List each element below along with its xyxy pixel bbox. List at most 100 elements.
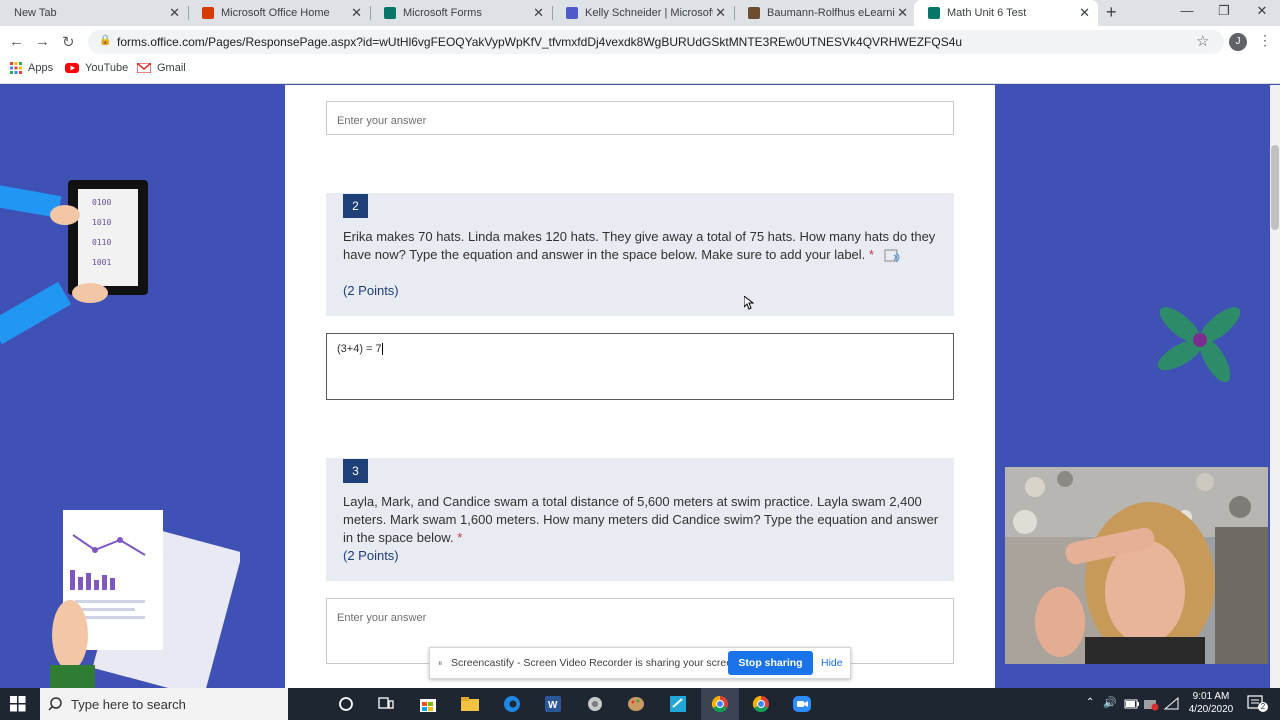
bookmark-label: Apps: [28, 62, 54, 74]
reload-button[interactable]: ↻: [62, 33, 75, 51]
svg-text:W: W: [548, 700, 558, 711]
clock-time: 9:01 AM: [1192, 691, 1230, 702]
file-explorer-icon[interactable]: [460, 695, 480, 713]
sharing-message: Screencastify - Screen Video Recorder is…: [451, 657, 741, 669]
close-window-button[interactable]: ✕: [1243, 3, 1280, 19]
tab-strip: New Tab ✕ Microsoft Office Home ✕ Micros…: [0, 0, 1280, 26]
tab-teams[interactable]: Kelly Schneider | Microsoft T ✕: [552, 0, 734, 26]
zoom-icon[interactable]: [792, 695, 812, 713]
question-3-text: Layla, Mark, and Candice swam a total di…: [343, 493, 943, 547]
url-text[interactable]: forms.office.com/Pages/ResponsePage.aspx…: [117, 35, 962, 49]
drag-handle-icon[interactable]: ⏸: [438, 658, 443, 669]
question-text: Erika makes 70 hats. Linda makes 120 hat…: [343, 229, 936, 262]
answer-placeholder: Enter your answer: [337, 612, 427, 624]
question-3-card: 3 Layla, Mark, and Candice swam a total …: [326, 458, 954, 581]
apps-grid-icon: [10, 62, 22, 74]
close-icon[interactable]: ✕: [533, 6, 544, 19]
windows-start-icon[interactable]: [10, 696, 26, 712]
scrollbar-thumb[interactable]: [1271, 145, 1279, 230]
tablet-illustration: 0100 1010 0110 1001: [0, 180, 148, 345]
bookmark-label: YouTube: [85, 62, 129, 74]
tab-elearning[interactable]: Baumann-Rolfhus eLearning ✕: [734, 0, 916, 26]
notification-count: 2: [1258, 702, 1268, 712]
menu-icon[interactable]: ⋮: [1258, 32, 1272, 49]
lock-icon[interactable]: 🔒: [99, 35, 111, 46]
bookmark-gmail[interactable]: Gmail: [137, 62, 186, 74]
close-icon[interactable]: ✕: [897, 6, 908, 19]
svg-text:0100: 0100: [92, 198, 111, 207]
answer-placeholder: Enter your answer: [337, 115, 427, 127]
forward-button[interactable]: →: [35, 33, 50, 50]
form-body: Enter your answer 2 Erika makes 70 hats.…: [285, 85, 995, 688]
close-icon[interactable]: ✕: [169, 6, 180, 19]
answer-text: (3+4) = 7: [337, 343, 382, 355]
office-icon: [202, 7, 214, 19]
bookmark-star-icon[interactable]: ☆: [1196, 32, 1209, 50]
webcam-overlay: [1005, 467, 1268, 664]
taskbar-clock[interactable]: 9:01 AM 4/20/2020: [1186, 690, 1236, 716]
hide-banner-link[interactable]: Hide: [821, 657, 843, 669]
svg-text:0110: 0110: [92, 238, 111, 247]
tab-label: Microsoft Forms: [403, 7, 482, 19]
tray-chevron-icon[interactable]: ⌃: [1086, 697, 1094, 708]
close-icon[interactable]: ✕: [351, 6, 362, 19]
required-marker: *: [868, 247, 874, 262]
edge-icon[interactable]: [502, 695, 522, 713]
webcam-presenter-image: [1005, 467, 1268, 664]
tab-label: Microsoft Office Home: [221, 7, 330, 19]
close-icon[interactable]: ✕: [1079, 6, 1090, 19]
profile-avatar[interactable]: J: [1229, 33, 1247, 51]
paint-icon[interactable]: [626, 695, 646, 713]
bookmark-youtube[interactable]: YouTube: [65, 62, 128, 74]
back-button[interactable]: ←: [9, 33, 24, 50]
bookmark-apps[interactable]: Apps: [10, 62, 53, 74]
tab-microsoft-forms[interactable]: Microsoft Forms ✕: [370, 0, 552, 26]
page-icon: [748, 7, 760, 19]
snipping-tool-icon[interactable]: [585, 695, 605, 713]
question-points: (2 Points): [343, 283, 399, 298]
svg-text:1010: 1010: [92, 218, 111, 227]
tab-label: Baumann-Rolfhus eLearning: [767, 7, 895, 19]
chrome-icon[interactable]: [751, 695, 771, 713]
search-icon: [48, 697, 62, 711]
sticky-notes-icon[interactable]: [668, 695, 688, 713]
required-marker: *: [457, 530, 463, 545]
new-tab-button[interactable]: +: [1106, 2, 1117, 23]
forms-icon: [928, 7, 940, 19]
task-view-icon[interactable]: [376, 695, 396, 713]
store-icon[interactable]: [418, 695, 438, 713]
text-caret: [381, 343, 383, 356]
tab-office-home[interactable]: Microsoft Office Home ✕: [188, 0, 370, 26]
stop-sharing-button[interactable]: Stop sharing: [728, 651, 813, 675]
question-2-text: Erika makes 70 hats. Linda makes 120 hat…: [343, 228, 943, 264]
bookmarks-bar: [0, 58, 1280, 84]
action-center-button[interactable]: 2: [1246, 694, 1268, 712]
question-1-answer-input[interactable]: Enter your answer: [326, 101, 954, 135]
tab-new-tab[interactable]: New Tab ✕: [0, 0, 188, 26]
leaf-decoration: [1157, 307, 1241, 383]
question-2-card: 2 Erika makes 70 hats. Linda makes 120 h…: [326, 193, 954, 316]
chrome-icon[interactable]: [710, 695, 730, 713]
close-icon[interactable]: ✕: [715, 6, 726, 19]
question-points: (2 Points): [343, 548, 399, 563]
question-text: Layla, Mark, and Candice swam a total di…: [343, 494, 939, 545]
cortana-icon[interactable]: [336, 695, 356, 713]
battery-icon[interactable]: [1124, 698, 1140, 710]
immersive-reader-icon[interactable]: [884, 249, 902, 263]
svg-text:1001: 1001: [92, 258, 111, 267]
report-illustration: [50, 510, 240, 688]
restore-button[interactable]: ❐: [1205, 3, 1243, 19]
gmail-icon: [137, 63, 151, 73]
teams-icon: [566, 7, 578, 19]
volume-icon[interactable]: 🔊: [1103, 696, 1117, 709]
security-icon[interactable]: [1143, 697, 1159, 711]
tab-math-unit-6-test[interactable]: Math Unit 6 Test ✕: [914, 0, 1098, 26]
mouse-cursor-icon: [744, 296, 754, 310]
word-icon[interactable]: W: [543, 695, 563, 713]
wifi-icon[interactable]: [1164, 697, 1180, 711]
bookmark-label: Gmail: [157, 62, 186, 74]
question-2-answer-input[interactable]: (3+4) = 7: [326, 333, 954, 400]
taskbar-search-placeholder: Type here to search: [71, 697, 186, 712]
minimize-button[interactable]: —: [1168, 3, 1206, 18]
tab-label: Kelly Schneider | Microsoft T: [585, 7, 713, 19]
